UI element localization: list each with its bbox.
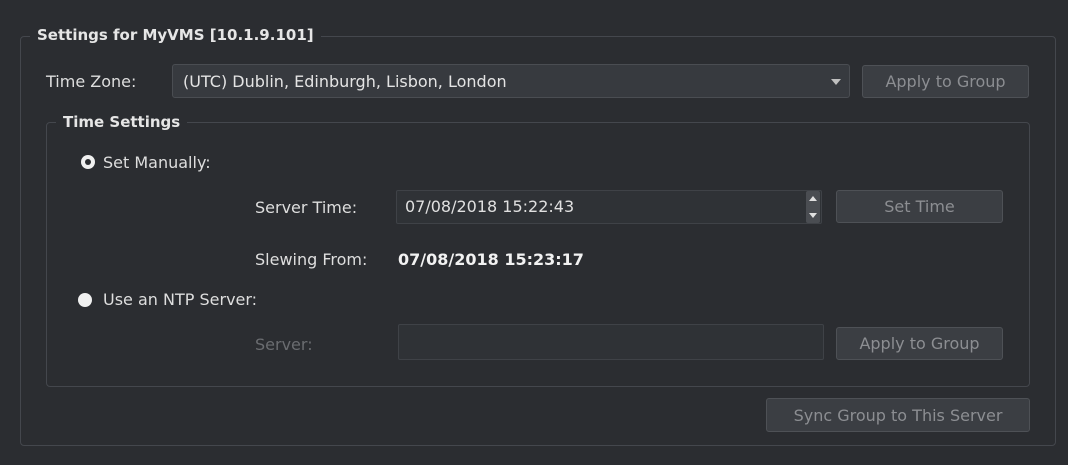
- spin-down-icon[interactable]: [809, 213, 817, 218]
- ntp-apply-to-group-button[interactable]: Apply to Group: [836, 327, 1003, 360]
- time-zone-label: Time Zone:: [46, 72, 137, 91]
- use-ntp-radio[interactable]: [78, 293, 92, 307]
- ntp-server-input[interactable]: [398, 324, 824, 360]
- set-manually-radio[interactable]: [81, 155, 95, 169]
- sync-group-button[interactable]: Sync Group to This Server: [766, 398, 1030, 432]
- server-time-spinner[interactable]: [806, 191, 820, 223]
- use-ntp-label[interactable]: Use an NTP Server:: [103, 290, 257, 309]
- slewing-from-label: Slewing From:: [255, 250, 368, 269]
- set-manually-label[interactable]: Set Manually:: [103, 153, 211, 172]
- ntp-server-label: Server:: [255, 335, 313, 354]
- apply-to-group-button[interactable]: Apply to Group: [862, 65, 1029, 98]
- set-time-button[interactable]: Set Time: [836, 190, 1003, 223]
- settings-group-title: Settings for MyVMS [10.1.9.101]: [30, 26, 321, 44]
- time-zone-dropdown[interactable]: (UTC) Dublin, Edinburgh, Lisbon, London: [172, 64, 850, 98]
- server-time-input[interactable]: 07/08/2018 15:22:43: [396, 190, 822, 224]
- spin-up-icon[interactable]: [809, 196, 817, 201]
- time-zone-value: (UTC) Dublin, Edinburgh, Lisbon, London: [183, 72, 507, 91]
- server-time-value: 07/08/2018 15:22:43: [405, 197, 575, 216]
- server-time-label: Server Time:: [255, 198, 358, 217]
- slewing-from-value: 07/08/2018 15:23:17: [398, 250, 584, 269]
- time-settings-title: Time Settings: [56, 113, 188, 131]
- chevron-down-icon: [831, 79, 841, 85]
